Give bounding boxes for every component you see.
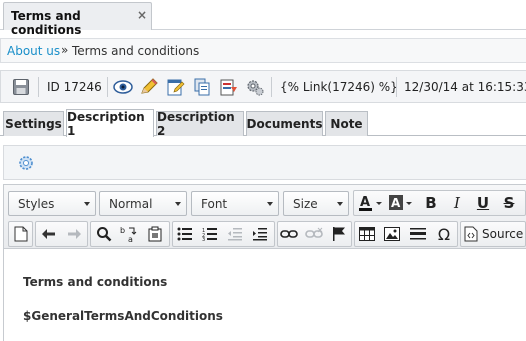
document-tab-title: Terms and conditions — [11, 9, 82, 37]
new-page-icon[interactable] — [10, 223, 32, 245]
format-dropdown-label: Normal — [109, 197, 153, 211]
editor-toolbar: Styles Normal Font Size A A B I U S b a … — [4, 185, 526, 249]
svg-text:3: 3 — [202, 237, 205, 241]
increase-indent-icon[interactable] — [249, 223, 271, 245]
size-dropdown[interactable]: Size — [283, 191, 349, 216]
last-modified-date: 12/30/14 at 16:15:33 — [404, 80, 526, 94]
document-tab[interactable]: Terms and conditions × — [3, 2, 152, 37]
record-id: ID 17246 — [47, 80, 102, 94]
save-icon[interactable] — [11, 77, 31, 97]
anchor-flag-icon[interactable] — [328, 223, 350, 245]
bulleted-list-icon[interactable] — [174, 223, 196, 245]
text-color-button[interactable]: A — [357, 192, 385, 214]
font-dropdown[interactable]: Font — [191, 191, 279, 216]
svg-text:a: a — [128, 235, 133, 243]
image-icon[interactable] — [381, 223, 403, 245]
close-icon[interactable]: × — [137, 8, 147, 22]
background-color-button[interactable]: A — [387, 192, 415, 214]
horizontal-rule-icon[interactable] — [407, 223, 429, 245]
tab-description-1[interactable]: Description 1 — [66, 109, 154, 138]
svg-text:b: b — [120, 226, 125, 235]
chevron-down-icon — [337, 202, 343, 206]
content-heading: Terms and conditions — [23, 275, 168, 289]
tab-documents[interactable]: Documents — [246, 111, 323, 136]
breadcrumb-current: Terms and conditions — [72, 44, 200, 58]
document-tab-strip: Terms and conditions × — [0, 0, 526, 37]
source-code-icon — [464, 226, 478, 242]
special-character-icon[interactable]: Ω — [433, 223, 455, 245]
publish-document-icon[interactable] — [219, 77, 239, 97]
table-icon[interactable] — [356, 223, 378, 245]
tab-settings[interactable]: Settings — [3, 111, 64, 136]
breadcrumb: About us » Terms and conditions — [0, 38, 526, 63]
gear-icon[interactable] — [245, 77, 265, 97]
format-dropdown[interactable]: Normal — [99, 191, 187, 216]
redo-icon[interactable] — [63, 223, 85, 245]
preview-eye-icon[interactable] — [113, 77, 133, 97]
unlink-icon[interactable] — [303, 223, 325, 245]
underline-button[interactable]: U — [472, 192, 494, 214]
chevron-down-icon — [267, 202, 273, 206]
content-variable: $GeneralTermsAndConditions — [23, 309, 223, 323]
breadcrumb-separator: » — [61, 43, 69, 57]
svg-text:A: A — [360, 195, 370, 210]
tab-label: Note — [330, 117, 363, 131]
link-code: {% Link(17246) %} — [280, 80, 398, 94]
tab-label: Description 1 — [67, 109, 145, 138]
size-dropdown-label: Size — [293, 197, 318, 211]
tab-note[interactable]: Note — [325, 111, 368, 136]
chevron-down-icon — [84, 202, 90, 206]
undo-icon[interactable] — [38, 223, 60, 245]
link-icon[interactable] — [278, 223, 300, 245]
numbered-list-icon[interactable]: 123 — [199, 223, 221, 245]
styles-dropdown[interactable]: Styles — [8, 191, 96, 216]
tab-label: Description 2 — [157, 110, 235, 138]
decrease-indent-icon[interactable] — [224, 223, 246, 245]
rich-text-editor: Styles Normal Font Size A A B I U S b a … — [3, 184, 526, 341]
italic-button[interactable]: I — [446, 192, 468, 214]
bold-button[interactable]: B — [420, 192, 442, 214]
search-icon[interactable] — [93, 223, 115, 245]
tab-label: Settings — [5, 117, 62, 131]
edit-document-icon[interactable] — [166, 77, 186, 97]
section-tabs: Settings Description 1 Description 2 Doc… — [0, 109, 526, 138]
tab-label: Documents — [246, 117, 323, 131]
chevron-down-icon — [175, 202, 181, 206]
editor-content[interactable]: Terms and conditions $GeneralTermsAndCon… — [4, 250, 526, 341]
svg-text:A: A — [391, 196, 401, 210]
styles-dropdown-label: Styles — [18, 197, 55, 211]
source-button-label: Source — [482, 227, 524, 241]
info-toolbar: ID 17246 {% Link(17246) %} 12/30/14 at 1… — [0, 70, 526, 103]
settings-panel — [3, 145, 526, 180]
select-all-icon[interactable] — [144, 223, 166, 245]
strikethrough-button[interactable]: S — [498, 192, 520, 214]
font-dropdown-label: Font — [201, 197, 228, 211]
edit-pencil-icon[interactable] — [139, 77, 159, 97]
copy-document-icon[interactable] — [192, 77, 212, 97]
breadcrumb-link-about-us[interactable]: About us — [7, 44, 60, 58]
settings-gear-icon[interactable] — [16, 153, 36, 173]
tab-description-2[interactable]: Description 2 — [156, 110, 244, 138]
source-button[interactable]: Source — [464, 223, 523, 245]
replace-icon[interactable]: ba — [118, 223, 140, 245]
